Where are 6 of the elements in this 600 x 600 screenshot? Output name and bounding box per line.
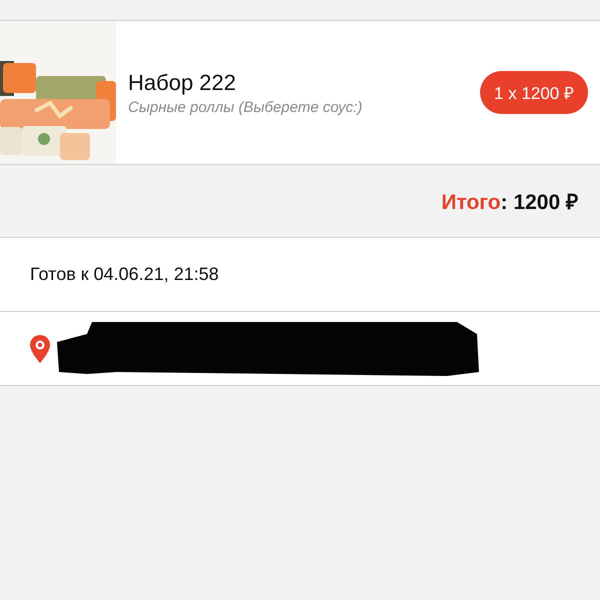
item-name: Набор 222	[128, 70, 238, 96]
price-button[interactable]: 1 x 1200 ₽	[480, 71, 588, 114]
ready-time: Готов к 04.06.21, 21:58	[30, 264, 219, 285]
location-pin-icon	[29, 334, 51, 364]
total-text: Итого: 1200 ₽	[441, 190, 578, 215]
item-description: Сырные роллы (Выберете соус:)	[128, 98, 364, 116]
